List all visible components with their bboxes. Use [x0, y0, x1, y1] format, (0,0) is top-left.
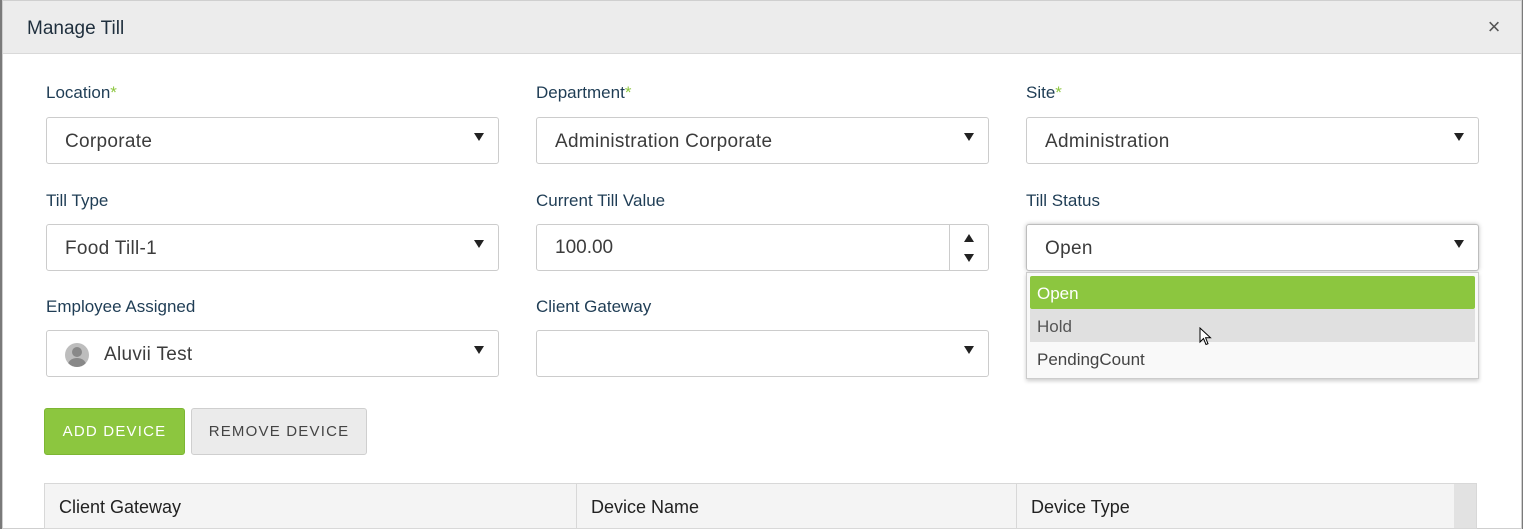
department-select[interactable]: Administration Corporate	[536, 117, 989, 164]
modal-title: Manage Till	[27, 18, 125, 39]
column-header-label: Device Name	[591, 497, 700, 517]
location-label: Location*	[46, 83, 117, 103]
chevron-down-icon	[964, 346, 974, 354]
chevron-down-icon	[474, 346, 484, 354]
option-pendingcount-label: PendingCount	[1037, 350, 1145, 369]
chevron-down-icon	[1454, 133, 1464, 141]
option-open-label: Open	[1037, 284, 1079, 303]
required-marker: *	[110, 83, 117, 102]
increment-arrow-icon[interactable]	[964, 234, 974, 242]
department-label: Department*	[536, 83, 631, 103]
column-header-label: Client Gateway	[59, 497, 182, 517]
column-header[interactable]: Device Name	[577, 484, 1017, 528]
chevron-down-icon	[474, 240, 484, 248]
option-pendingcount[interactable]: PendingCount	[1030, 342, 1475, 375]
modal-header: Manage Till ×	[3, 1, 1521, 54]
location-label-text: Location	[46, 83, 111, 102]
client-gateway-select[interactable]	[536, 330, 989, 377]
till-status-label: Till Status	[1026, 191, 1101, 210]
scrollbar-gutter	[1454, 484, 1476, 528]
site-label: Site*	[1026, 83, 1062, 103]
site-label-text: Site	[1026, 83, 1056, 102]
decrement-arrow-icon[interactable]	[964, 254, 974, 262]
till-status-value: Open	[1045, 238, 1093, 259]
employee-assigned-label: Employee Assigned	[46, 297, 196, 316]
client-gateway-label: Client Gateway	[536, 297, 652, 316]
column-header[interactable]: Device Type	[1017, 484, 1456, 528]
remove-device-button[interactable]: REMOVE DEVICE	[191, 408, 367, 455]
chevron-down-icon	[1454, 240, 1464, 248]
till-type-label: Till Type	[46, 191, 109, 210]
chevron-down-icon	[474, 133, 484, 141]
till-type-select[interactable]: Food Till-1	[46, 224, 499, 271]
close-icon[interactable]: ×	[1483, 14, 1505, 40]
location-select[interactable]: Corporate	[46, 117, 499, 164]
department-value: Administration Corporate	[555, 131, 773, 152]
till-status-select[interactable]: Open	[1026, 224, 1479, 271]
site-select[interactable]: Administration	[1026, 117, 1479, 164]
user-avatar-icon	[65, 343, 89, 367]
department-label-text: Department	[536, 83, 625, 102]
till-status-dropdown: Open Hold PendingCount	[1026, 272, 1479, 379]
till-type-value: Food Till-1	[65, 238, 158, 259]
option-open[interactable]: Open	[1030, 276, 1475, 309]
required-marker: *	[624, 83, 632, 102]
employee-assigned-select[interactable]: Aluvii Test	[46, 330, 499, 377]
column-header[interactable]: Client Gateway	[45, 484, 577, 528]
current-till-value: 100.00	[555, 237, 614, 258]
current-till-value-input[interactable]: 100.00	[536, 224, 989, 271]
option-hold[interactable]: Hold	[1030, 309, 1475, 342]
location-value: Corporate	[65, 131, 153, 152]
required-marker: *	[1055, 83, 1062, 102]
add-device-button[interactable]: ADD DEVICE	[44, 408, 185, 455]
employee-value: Aluvii Test	[104, 344, 193, 365]
number-spinner	[949, 225, 988, 270]
chevron-down-icon	[964, 133, 974, 141]
devices-table: Client Gateway Device Name Device Type	[44, 483, 1477, 529]
site-value: Administration	[1045, 131, 1170, 152]
option-hold-label: Hold	[1037, 317, 1072, 336]
current-till-value-label: Current Till Value	[536, 191, 666, 210]
column-header-label: Device Type	[1031, 497, 1130, 517]
mouse-pointer-icon	[1199, 327, 1212, 346]
